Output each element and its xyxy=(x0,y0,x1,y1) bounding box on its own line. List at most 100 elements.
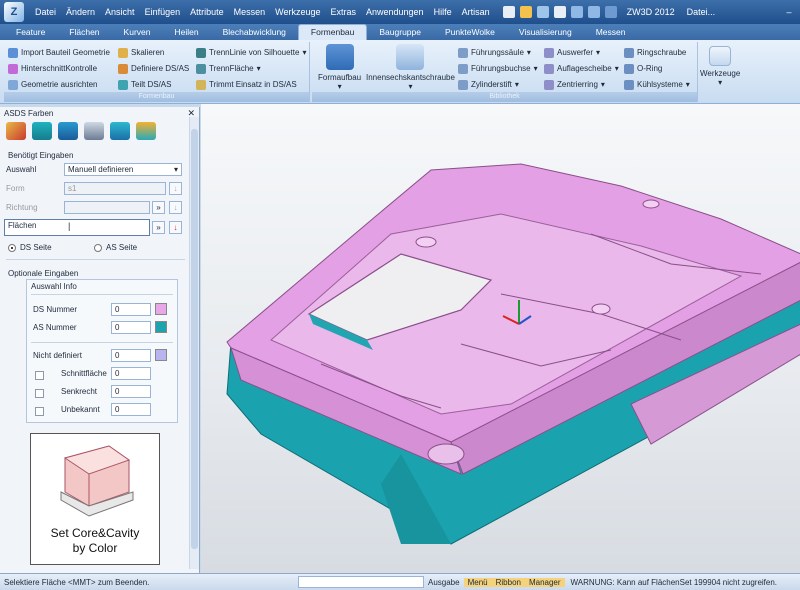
zentrierring-button[interactable]: Zentrierring ▾ xyxy=(544,78,605,91)
geometrie-ausrichten-button[interactable]: Geometrie ausrichten xyxy=(8,78,97,91)
split-core-cavity-icon xyxy=(118,79,128,90)
glasses-icon[interactable] xyxy=(84,122,104,140)
menu-artisan[interactable]: Artisan xyxy=(457,7,495,17)
info-divider xyxy=(31,294,173,295)
undefined-color-swatch[interactable] xyxy=(155,349,167,361)
trennlinie-button[interactable]: TrennLinie von Silhouette ▾ xyxy=(196,46,306,59)
schnittflaeche-label: Schnittfläche xyxy=(61,369,107,378)
menu-aendern[interactable]: Ändern xyxy=(61,7,100,17)
tab-blechabwicklung[interactable]: Blechabwicklung xyxy=(211,25,298,40)
auflagescheibe-button[interactable]: Auflagescheibe ▾ xyxy=(544,62,619,75)
tab-kurven[interactable]: Kurven xyxy=(112,25,163,40)
app-logo-icon[interactable]: Z xyxy=(4,2,24,22)
menu-werkzeuge[interactable]: Werkzeuge xyxy=(270,7,325,17)
menu-anwendungen[interactable]: Anwendungen xyxy=(361,7,429,17)
fuehrungsbuchse-button[interactable]: Führungsbuchse ▾ xyxy=(458,62,538,75)
trimmt-einsatz-button[interactable]: Trimmt Einsatz in DS/AS xyxy=(196,78,297,91)
color-palette-icon[interactable] xyxy=(6,122,26,140)
tab-formenbau[interactable]: Formenbau xyxy=(297,24,368,40)
box-icon[interactable] xyxy=(136,122,156,140)
menu-extras[interactable]: Extras xyxy=(326,7,362,17)
hinterschnitt-button[interactable]: HinterschnittKontrolle xyxy=(8,62,97,75)
app-title: ZW3D 2012 xyxy=(626,7,675,17)
definiere-ds-as-button[interactable]: Definiere DS/AS xyxy=(118,62,189,75)
form-pick-icon[interactable]: ↓ xyxy=(169,182,182,195)
auswerfer-button[interactable]: Auswerfer ▾ xyxy=(544,46,600,59)
werkzeuge-button[interactable]: Werkzeuge ▾ xyxy=(700,46,740,87)
trim-insert-icon xyxy=(196,79,206,90)
menu-datei[interactable]: Datei xyxy=(30,7,61,17)
status-tab-ausgabe[interactable]: Ausgabe xyxy=(424,578,464,587)
richtung-pick-icon[interactable]: ↓ xyxy=(169,201,182,214)
panel-scrollbar[interactable] xyxy=(189,117,199,569)
menu-attribute[interactable]: Attribute xyxy=(185,7,229,17)
undo-icon[interactable] xyxy=(570,6,583,18)
tab-messen[interactable]: Messen xyxy=(584,25,638,40)
group-label-bibliothek: Bibliothek xyxy=(312,92,697,102)
o-ring-button[interactable]: O-Ring xyxy=(624,62,662,75)
boss-3 xyxy=(642,199,660,209)
new-file-icon[interactable] xyxy=(502,6,515,18)
sphere-icon[interactable] xyxy=(110,122,130,140)
status-tab-ribbon[interactable]: Ribbon xyxy=(491,577,525,587)
tab-baugruppe[interactable]: Baugruppe xyxy=(367,25,433,40)
menu-messen[interactable]: Messen xyxy=(229,7,271,17)
status-tab-manager[interactable]: Manager xyxy=(524,577,565,587)
tab-flaechen[interactable]: Flächen xyxy=(57,25,111,40)
scrollbar-thumb[interactable] xyxy=(191,129,198,549)
dowel-pin-icon xyxy=(458,79,468,90)
tab-heilen[interactable]: Heilen xyxy=(162,25,210,40)
tab-punktewolke[interactable]: PunkteWolke xyxy=(433,25,507,40)
fuehrungssaeule-button[interactable]: Führungssäule ▾ xyxy=(458,46,531,59)
command-input[interactable] xyxy=(298,576,424,588)
flaechen-expand-icon[interactable]: » xyxy=(152,221,165,234)
as-seite-radio[interactable] xyxy=(94,244,102,252)
schnittflaeche-checkbox[interactable] xyxy=(35,371,44,380)
formaufbau-button[interactable]: Formaufbau ▾ xyxy=(318,44,361,91)
senkrecht-label: Senkrecht xyxy=(61,387,98,396)
richtung-field[interactable] xyxy=(64,201,150,214)
panel-title-row: ASDS Farben ✕ xyxy=(0,107,199,119)
tools-icon xyxy=(709,46,732,66)
tab-visualisierung[interactable]: Visualisierung xyxy=(507,25,584,40)
import-bauteil-button[interactable]: Import Bauteil Geometrie xyxy=(8,46,110,59)
ringschraube-button[interactable]: Ringschraube xyxy=(624,46,686,59)
save-icon[interactable] xyxy=(536,6,549,18)
mold-part-model[interactable] xyxy=(201,104,800,573)
skalieren-button[interactable]: Skalieren xyxy=(118,46,164,59)
flaechen-pick-icon[interactable]: ↓ xyxy=(169,221,182,234)
core-block-icon[interactable] xyxy=(32,122,52,140)
as-color-swatch[interactable] xyxy=(155,321,167,333)
tab-feature[interactable]: Feature xyxy=(4,25,57,40)
ds-seite-radio[interactable] xyxy=(8,244,16,252)
pick-filter-icon[interactable] xyxy=(604,6,617,18)
ds-color-swatch[interactable] xyxy=(155,303,167,315)
as-seite-label: AS Seite xyxy=(106,243,138,252)
trennflaeche-button[interactable]: TrennFläche ▾ xyxy=(196,62,261,75)
kuehlsysteme-button[interactable]: Kühlsysteme ▾ xyxy=(624,78,690,91)
zylinderstift-button[interactable]: Zylinderstift ▾ xyxy=(458,78,519,91)
help-caption-line-2: by Color xyxy=(72,541,118,555)
redo-icon[interactable] xyxy=(587,6,600,18)
status-tab-menue[interactable]: Menü xyxy=(463,577,492,587)
menu-einfuegen[interactable]: Einfügen xyxy=(140,7,186,17)
form-field[interactable]: s1 xyxy=(64,182,166,195)
senkrecht-checkbox[interactable] xyxy=(35,389,44,398)
unbekannt-checkbox[interactable] xyxy=(35,407,44,416)
minimize-icon[interactable]: – xyxy=(782,6,796,18)
status-prompt: Selektiere Fläche <MMT> zum Beenden. xyxy=(4,577,150,587)
status-warning: WARNUNG: Kann auf FlächenSet 199904 nich… xyxy=(570,577,778,587)
menu-ansicht[interactable]: Ansicht xyxy=(100,7,140,17)
richtung-expand-icon[interactable]: » xyxy=(152,201,165,214)
auswahl-info-box: Auswahl Info DS Nummer 0 AS Nummer 0 Nic… xyxy=(26,279,178,423)
auswahl-select[interactable]: Manuell definieren ▾ xyxy=(64,163,182,176)
layers-icon[interactable] xyxy=(58,122,78,140)
open-folder-icon[interactable] xyxy=(519,6,532,18)
teilt-ds-as-button[interactable]: Teilt DS/AS xyxy=(118,78,171,91)
graphics-viewport[interactable] xyxy=(201,104,800,573)
menu-hilfe[interactable]: Hilfe xyxy=(429,7,457,17)
print-icon[interactable] xyxy=(553,6,566,18)
innensechskantschraube-button[interactable]: Innensechskantschraube ▾ xyxy=(366,44,455,91)
flaechen-field[interactable]: Flächen xyxy=(4,219,150,236)
panel-toolbar xyxy=(0,119,199,143)
